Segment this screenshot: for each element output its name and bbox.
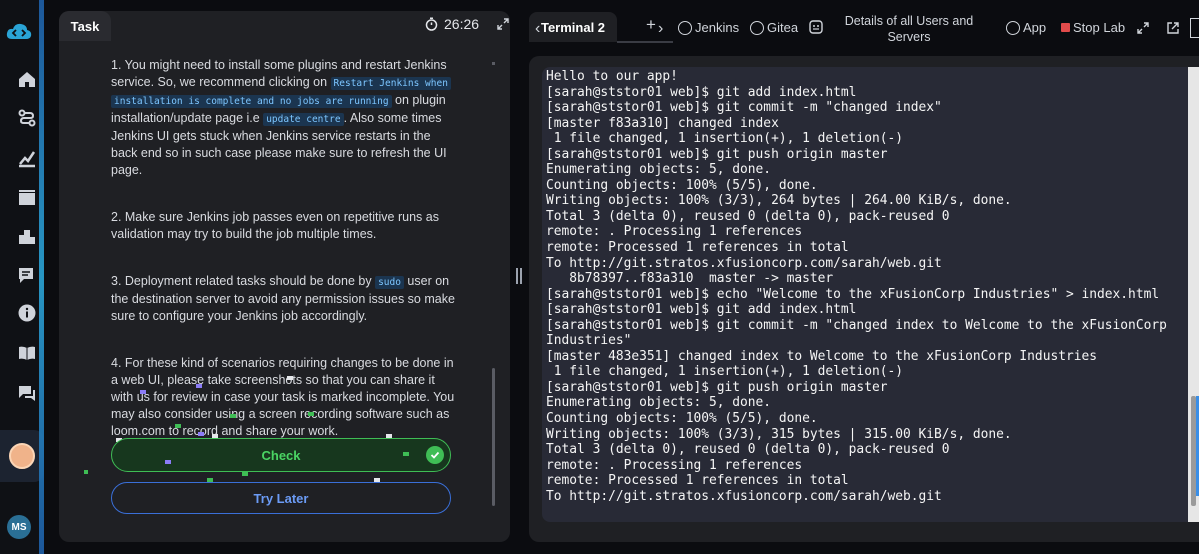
chevron-right-icon[interactable]: › xyxy=(658,20,663,38)
home-icon[interactable] xyxy=(14,66,40,92)
terminal-line: To http://git.stratos.xfusioncorp.com/sa… xyxy=(546,255,942,271)
terminal-line: [sarah@ststor01 web]$ git add index.html xyxy=(546,302,857,318)
confetti-piece xyxy=(403,452,409,456)
roadmap-icon[interactable] xyxy=(14,105,40,131)
stats-icon[interactable] xyxy=(14,145,40,171)
expand-icon[interactable] xyxy=(1137,22,1149,34)
terminal-line: [sarah@ststor01 web]$ git push origin ma… xyxy=(546,379,888,395)
details-users-servers-link[interactable]: Details of all Users and Servers xyxy=(836,13,982,45)
server-icon xyxy=(809,20,823,34)
task-timer: 26:26 xyxy=(425,16,479,32)
terminal-window[interactable]: Hello to our app! [sarah@ststor01 web]$ g… xyxy=(542,67,1198,522)
panel-scrollbar[interactable] xyxy=(492,368,495,506)
terminal-line: [sarah@ststor01 web]$ git add index.html xyxy=(546,84,857,100)
checkmark-icon xyxy=(426,446,444,464)
panel-scroll-marker xyxy=(492,62,495,65)
smiley-icon xyxy=(678,20,692,35)
chat-icon[interactable] xyxy=(14,380,40,406)
add-terminal-icon[interactable]: + xyxy=(646,15,656,35)
terminal-output: Hello to our app! [sarah@ststor01 web]$ g… xyxy=(546,69,1167,504)
stop-lab-button[interactable]: Stop Lab xyxy=(1061,20,1125,35)
inline-code: Restart Jenkins when xyxy=(330,77,451,90)
terminal-line: To http://git.stratos.xfusioncorp.com/sa… xyxy=(546,488,942,504)
cloud-logo-icon[interactable] xyxy=(5,20,33,44)
panel-icon[interactable] xyxy=(1190,18,1199,38)
tab-task[interactable]: Task xyxy=(59,11,111,41)
confetti-piece xyxy=(242,472,248,476)
instruction-paragraph: 4. For these kind of scenarios requiring… xyxy=(111,356,455,438)
inline-code: sudo xyxy=(375,276,404,289)
leaderboard-icon[interactable] xyxy=(14,223,40,249)
confetti-piece xyxy=(230,414,236,418)
terminal-line: [master f83a310] changed index xyxy=(546,115,779,131)
jenkins-link[interactable]: Jenkins xyxy=(678,20,739,35)
terminal-line: Industries" xyxy=(546,333,632,349)
terminal-line: Counting objects: 100% (5/5), done. xyxy=(546,411,818,427)
task-instructions: 1. You might need to install some plugin… xyxy=(111,57,456,470)
tab-terminal-2[interactable]: Terminal 2 xyxy=(529,12,617,42)
avatar[interactable] xyxy=(9,443,35,469)
confetti-piece xyxy=(287,376,293,380)
book-icon[interactable] xyxy=(14,340,40,366)
user-initials-badge[interactable]: MS xyxy=(7,515,31,539)
smiley-icon xyxy=(1006,20,1020,35)
terminal-line: remote: Processed 1 references in total xyxy=(546,240,849,256)
confetti-piece xyxy=(198,432,204,436)
terminal-line: Total 3 (delta 0), reused 0 (delta 0), p… xyxy=(546,442,950,458)
sidebar-accent-edge xyxy=(39,0,44,554)
terminal-line: Total 3 (delta 0), reused 0 (delta 0), p… xyxy=(546,208,950,224)
notes-icon[interactable] xyxy=(14,262,40,288)
server-icon-link[interactable] xyxy=(809,20,823,34)
terminal-line: [sarah@ststor01 web]$ echo "Welcome to t… xyxy=(546,286,1160,302)
terminal-line: Writing objects: 100% (3/3), 264 bytes |… xyxy=(546,193,1012,209)
app-link[interactable]: App xyxy=(1006,20,1046,35)
panel-resize-handle[interactable] xyxy=(516,268,522,284)
left-sidebar: MS xyxy=(0,0,44,554)
terminal-line: Writing objects: 100% (3/3), 315 bytes |… xyxy=(546,426,1012,442)
terminal-line: [sarah@ststor01 web]$ git push origin ma… xyxy=(546,146,888,162)
terminal-line: 8b78397..f83a310 master -> master xyxy=(546,271,834,287)
instruction-paragraph: 1. You might need to install some plugin… xyxy=(111,57,456,179)
terminal-line: remote: Processed 1 references in total xyxy=(546,473,849,489)
check-button[interactable]: Check xyxy=(111,438,451,472)
info-icon[interactable] xyxy=(14,300,40,326)
terminal-line: Enumerating objects: 5, done. xyxy=(546,395,772,411)
instruction-paragraph: 3. Deployment related tasks should be do… xyxy=(111,274,455,323)
expand-icon[interactable] xyxy=(497,18,509,30)
terminal-line: [master 483e351] changed index to Welcom… xyxy=(546,348,1098,364)
terminal-line: Counting objects: 100% (5/5), done. xyxy=(546,177,818,193)
gitea-link[interactable]: Gitea xyxy=(750,20,798,35)
terminal-line: remote: . Processing 1 references xyxy=(546,224,803,240)
confetti-piece xyxy=(84,470,88,474)
smiley-icon xyxy=(750,20,764,35)
terminal-line: [sarah@ststor01 web]$ git commit -m "cha… xyxy=(546,100,942,116)
terminal-line: Enumerating objects: 5, done. xyxy=(546,162,772,178)
confetti-piece xyxy=(308,412,314,416)
video-icon[interactable] xyxy=(14,184,40,210)
user-avatar-panel[interactable] xyxy=(0,430,44,482)
tab-underline xyxy=(617,41,673,43)
timer-value: 26:26 xyxy=(444,16,480,32)
confetti-piece xyxy=(175,424,181,428)
stopwatch-icon xyxy=(425,17,438,31)
terminal-line: 1 file changed, 1 insertion(+), 1 deleti… xyxy=(546,131,903,147)
confetti-piece xyxy=(165,460,171,464)
confetti-piece xyxy=(140,390,146,394)
terminal-line: remote: . Processing 1 references xyxy=(546,457,803,473)
terminal-line: Hello to our app! xyxy=(546,69,678,84)
inline-code: installation is complete and no jobs are… xyxy=(111,95,392,108)
app-root: MS Task 26:26 1. You might need to insta… xyxy=(0,0,1199,554)
chevron-left-icon[interactable]: ‹ xyxy=(535,20,540,38)
terminal-line: [sarah@ststor01 web]$ git commit -m "cha… xyxy=(546,317,1167,333)
inline-code: update centre xyxy=(263,113,344,126)
stop-icon xyxy=(1061,23,1070,32)
confetti-piece xyxy=(196,384,202,388)
instruction-paragraph: 2. Make sure Jenkins job passes even on … xyxy=(111,210,439,241)
try-later-button[interactable]: Try Later xyxy=(111,482,451,514)
terminal-line: 1 file changed, 1 insertion(+), 1 deleti… xyxy=(546,364,903,380)
external-link-icon[interactable] xyxy=(1166,21,1180,35)
